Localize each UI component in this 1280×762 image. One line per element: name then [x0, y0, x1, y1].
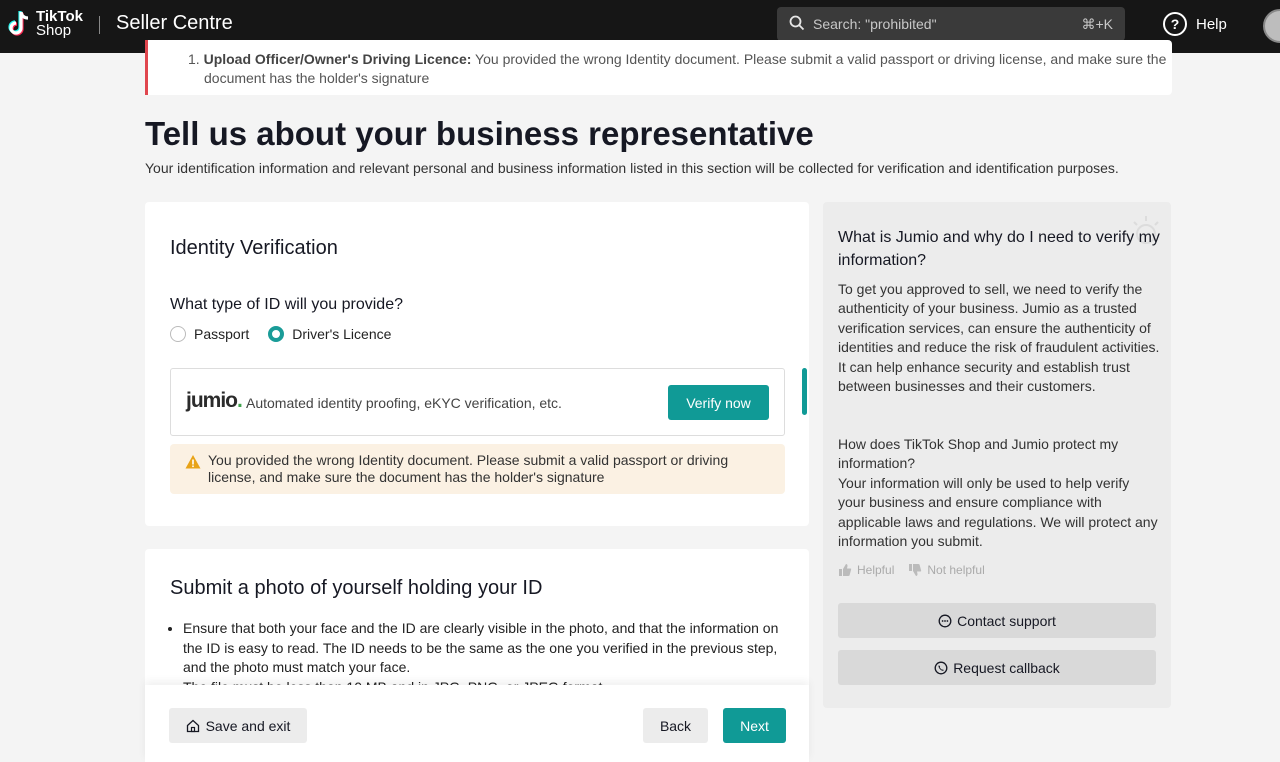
side-panel-question: How does TikTok Shop and Jumio protect m… [838, 436, 1119, 472]
search-input[interactable]: Search: "prohibited" ⌘+K [777, 7, 1125, 41]
banner-text: 1. Upload Officer/Owner's Driving Licenc… [188, 50, 1168, 88]
page-title: Tell us about your business representati… [145, 115, 814, 152]
search-icon [789, 15, 805, 31]
request-callback-button[interactable]: Request callback [838, 650, 1156, 685]
feedback-row: Helpful Not helpful [838, 563, 999, 577]
help-icon: ? [1163, 12, 1187, 36]
contact-support-button[interactable]: Contact support [838, 603, 1156, 638]
radio-drivers-licence-circle[interactable] [268, 326, 285, 342]
photo-card-title: Submit a photo of yourself holding your … [170, 577, 543, 599]
page-description: Your identification information and rele… [145, 160, 1119, 176]
back-button[interactable]: Back [643, 708, 708, 743]
avatar[interactable] [1263, 9, 1280, 43]
footer-action-bar: Save and exit Back Next [145, 685, 809, 762]
side-panel-faq: How does TikTok Shop and Jumio protect m… [838, 435, 1160, 551]
save-and-exit-label: Save and exit [205, 717, 291, 734]
side-panel-answer: Your information will only be used to he… [838, 474, 1158, 550]
save-and-exit-button[interactable]: Save and exit [169, 708, 307, 743]
tiktok-logo-icon [8, 11, 29, 36]
jumio-logo-text: jumio [186, 389, 238, 412]
jumio-description: Automated identity proofing, eKYC verifi… [246, 395, 562, 411]
id-type-radio-group: Passport Driver's Licence [170, 326, 410, 342]
not-helpful-label: Not helpful [927, 563, 985, 577]
radio-drivers-licence-label: Driver's Licence [292, 326, 392, 342]
search-placeholder: Search: "prohibited" [813, 16, 937, 32]
helpful-label: Helpful [857, 563, 895, 577]
side-panel-paragraph: To get you approved to sell, we need to … [838, 281, 1160, 395]
next-button[interactable]: Next [723, 708, 786, 743]
jumio-logo: jumio. [186, 389, 243, 413]
radio-drivers-licence[interactable]: Driver's Licence [268, 326, 391, 342]
identity-verification-card: Identity Verification What type of ID wi… [145, 202, 809, 526]
list-item: Ensure that both your face and the ID ar… [183, 619, 791, 678]
contact-support-label: Contact support [957, 612, 1056, 629]
scroll-indicator[interactable] [802, 368, 807, 415]
tiktok-shop-logo[interactable]: TikTok Shop [6, 9, 83, 39]
header-divider [99, 16, 100, 34]
request-callback-label: Request callback [953, 659, 1060, 676]
radio-passport-label: Passport [194, 326, 250, 342]
help-side-panel: What is Jumio and why do I need to verif… [823, 202, 1171, 708]
error-banner: 1. Upload Officer/Owner's Driving Licenc… [145, 40, 1172, 95]
warning-icon [185, 455, 201, 469]
identity-card-title: Identity Verification [170, 237, 338, 259]
jumio-logo-dot: . [237, 389, 243, 412]
id-type-question: What type of ID will you provide? [170, 296, 403, 313]
not-helpful-button[interactable]: Not helpful [908, 563, 985, 577]
jumio-verification-box: jumio. Automated identity proofing, eKYC… [170, 368, 785, 436]
helpful-button[interactable]: Helpful [838, 563, 894, 577]
search-shortcut: ⌘+K [1081, 16, 1113, 32]
warning-message: You provided the wrong Identity document… [170, 444, 785, 494]
help-label: Help [1196, 15, 1227, 33]
home-icon [186, 719, 199, 732]
radio-passport[interactable]: Passport [170, 326, 249, 342]
side-panel-title: What is Jumio and why do I need to verif… [838, 229, 1160, 269]
warning-text: You provided the wrong Identity document… [208, 452, 729, 485]
banner-label: Upload Officer/Owner's Driving Licence: [203, 51, 472, 67]
help-button[interactable]: ? Help [1163, 12, 1227, 36]
logo-text-shop: Shop [36, 22, 72, 39]
app-title: Seller Centre [116, 12, 233, 34]
banner-num: 1. [188, 51, 200, 67]
thumbs-up-icon [839, 564, 852, 576]
chat-icon [938, 614, 952, 627]
thumbs-down-icon [909, 564, 922, 576]
phone-icon [934, 661, 948, 674]
verify-now-button[interactable]: Verify now [668, 385, 769, 420]
radio-passport-circle[interactable] [170, 326, 186, 342]
